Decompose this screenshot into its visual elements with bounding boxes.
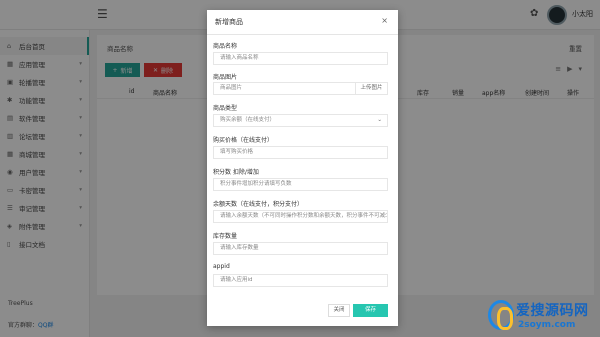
balance-label: 余额天数（在线支付，积分支付）	[213, 201, 304, 208]
save-button[interactable]: 保存	[353, 304, 388, 317]
image-input[interactable]: 商品图片 上传图片	[213, 82, 388, 95]
type-label: 商品类型	[213, 105, 238, 112]
type-select[interactable]: 购买余额（在线支付） ⌄	[213, 114, 388, 127]
upload-button[interactable]: 上传图片	[355, 83, 387, 94]
balance-input[interactable]: 请输入余额天数（不可同时操作积分数和余额天数，积分事件不可减少)	[213, 210, 388, 223]
points-input[interactable]: 积分事件增加积分请填写负数	[213, 178, 388, 191]
price-input[interactable]: 填写购买价格	[213, 146, 388, 159]
watermark: 爱搜源码网 2soym.com	[488, 298, 596, 334]
close-icon[interactable]: ×	[381, 16, 388, 25]
stock-input[interactable]: 请输入库存数量	[213, 242, 388, 255]
price-label: 购买价格（在线支付）	[213, 137, 274, 144]
image-label: 商品图片	[213, 74, 238, 81]
watermark-logo-icon	[488, 300, 514, 330]
name-input[interactable]: 请输入商品名称	[213, 52, 388, 65]
chevron-down-icon: ⌄	[377, 117, 382, 123]
divider	[207, 34, 398, 35]
dialog-title: 新增商品	[215, 18, 243, 26]
cancel-button[interactable]: 关闭	[328, 304, 350, 317]
type-value: 购买余额（在线支付）	[220, 117, 276, 123]
appid-label: appid	[213, 263, 230, 270]
image-input-text: 商品图片	[220, 85, 243, 91]
stock-label: 库存数量	[213, 233, 238, 240]
name-label: 商品名称	[213, 43, 238, 50]
appid-input[interactable]: 请输入应用id	[213, 274, 388, 287]
add-product-dialog: 新增商品 × 商品名称 请输入商品名称 商品图片 商品图片 上传图片 商品类型 购…	[207, 10, 398, 326]
watermark-title: 爱搜源码网	[516, 303, 589, 319]
points-label: 积分数 扣除/增加	[213, 169, 259, 176]
watermark-url: 2soym.com	[518, 320, 576, 330]
